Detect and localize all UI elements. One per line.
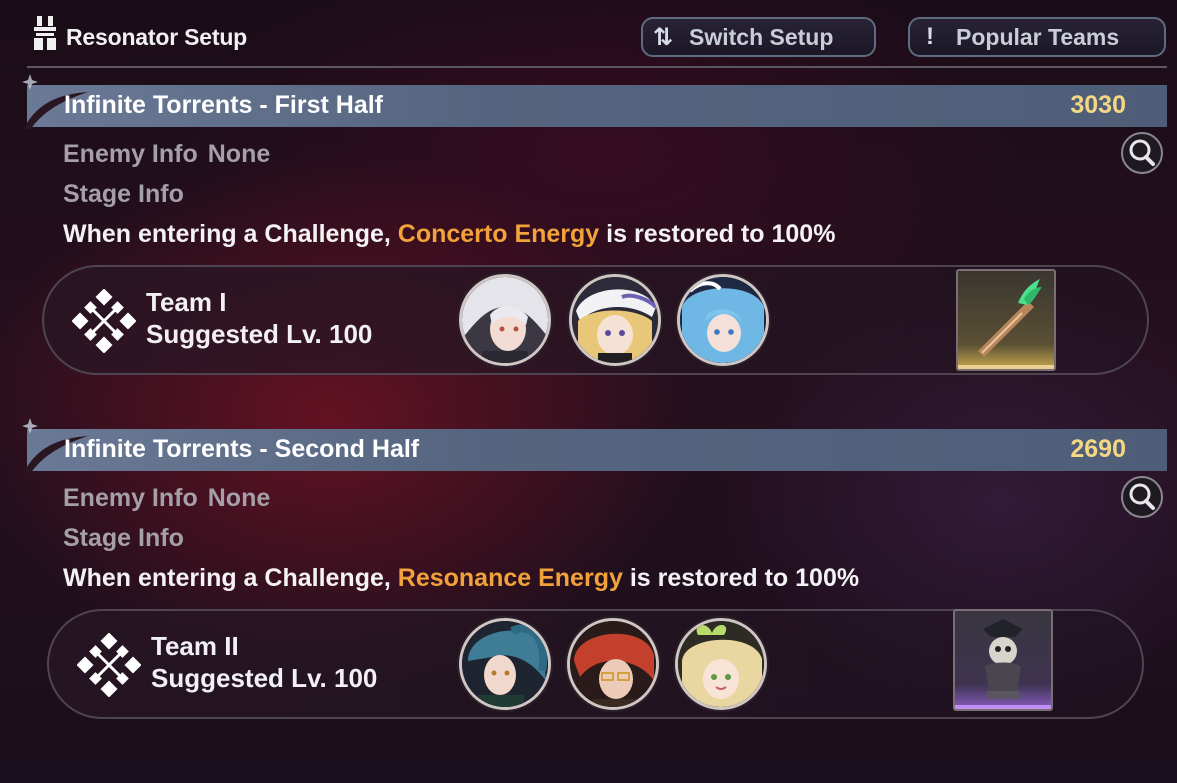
popular-teams-label: Popular Teams xyxy=(956,23,1120,50)
blonde-bow-portrait xyxy=(678,621,764,707)
enemy-info: Enemy Info None xyxy=(63,140,270,169)
stage-info-label: Stage Info xyxy=(63,180,184,208)
enemy-info-value: None xyxy=(207,484,271,512)
resonator-setup-icon xyxy=(34,16,56,50)
challenge-section-second-half: Infinite Torrents - Second Half 2690 Ene… xyxy=(0,414,1177,734)
team-suggested-level: Suggested Lv. 100 xyxy=(151,663,378,693)
green-flame-sword-echo-icon xyxy=(958,271,1054,369)
resonator-avatar-blonde-hat[interactable] xyxy=(569,274,661,366)
magnifier-icon xyxy=(1129,483,1155,510)
resonator-avatar-red-hair-glasses[interactable] xyxy=(567,618,659,710)
page-title: Resonator Setup xyxy=(66,24,248,50)
stage-desc-highlight: Resonance Energy xyxy=(397,564,623,592)
resonator-avatar-blue-hair[interactable] xyxy=(677,274,769,366)
red-hair-glasses-portrait xyxy=(570,621,656,707)
blonde-hat-portrait xyxy=(572,277,658,363)
enemy-info: Enemy Info None xyxy=(63,484,270,513)
stage-info-description: When entering a Challenge, Resonance Ene… xyxy=(63,564,859,593)
team-name: Team II xyxy=(151,631,239,661)
swap-arrows-icon: ⇅ xyxy=(652,23,674,51)
skull-captain-echo-icon xyxy=(955,611,1051,709)
stage-desc-highlight: Concerto Energy xyxy=(397,220,600,248)
team-card[interactable]: Team II Suggested Lv. 100 xyxy=(47,609,1144,719)
stage-info-label: Stage Info xyxy=(63,524,184,552)
popular-teams-button[interactable]: ! Popular Teams xyxy=(908,17,1166,57)
echo-slot-green-sword[interactable] xyxy=(956,269,1056,371)
teal-ponytail-portrait xyxy=(462,621,548,707)
enemy-info-value: None xyxy=(207,140,271,168)
stage-desc-text: When entering a Challenge, xyxy=(63,220,391,248)
challenge-section-first-half: Infinite Torrents - First Half 3030 Enem… xyxy=(0,70,1177,390)
silver-hair-portrait xyxy=(462,277,548,363)
team-card[interactable]: Team I Suggested Lv. 100 xyxy=(42,265,1149,375)
section-score: 2690 xyxy=(1070,435,1126,463)
section-score: 3030 xyxy=(1070,91,1126,119)
team-emblem-icon xyxy=(72,289,136,353)
echo-slot-skull-captain[interactable] xyxy=(953,609,1053,711)
team-name: Team I xyxy=(146,287,227,317)
stage-desc-text: is restored to 100% xyxy=(606,220,836,248)
header-divider xyxy=(27,66,1167,68)
resonator-avatar-blonde-bow[interactable] xyxy=(675,618,767,710)
stage-desc-text: is restored to 100% xyxy=(629,564,860,592)
resonator-avatar-teal-ponytail[interactable] xyxy=(459,618,551,710)
exclamation-icon: ! xyxy=(926,23,934,50)
enemy-search-button[interactable] xyxy=(1121,476,1163,518)
enemy-info-label: Enemy Info xyxy=(63,140,198,168)
stage-info-description: When entering a Challenge, Concerto Ener… xyxy=(63,220,835,249)
section-title: Infinite Torrents - Second Half xyxy=(64,435,420,463)
header: Resonator Setup ⇅ Switch Setup ! Popular… xyxy=(0,0,1177,68)
team-suggested-level: Suggested Lv. 100 xyxy=(146,319,373,349)
switch-setup-button[interactable]: ⇅ Switch Setup xyxy=(641,17,876,57)
enemy-info-label: Enemy Info xyxy=(63,484,198,512)
resonator-avatar-silver-hair[interactable] xyxy=(459,274,551,366)
enemy-search-button[interactable] xyxy=(1121,132,1163,174)
section-title: Infinite Torrents - First Half xyxy=(64,91,383,119)
magnifier-icon xyxy=(1129,139,1155,166)
team-emblem-icon xyxy=(77,633,141,697)
switch-setup-label: Switch Setup xyxy=(689,23,834,50)
blue-hair-portrait xyxy=(680,277,766,363)
stage-desc-text: When entering a Challenge, xyxy=(63,564,391,592)
